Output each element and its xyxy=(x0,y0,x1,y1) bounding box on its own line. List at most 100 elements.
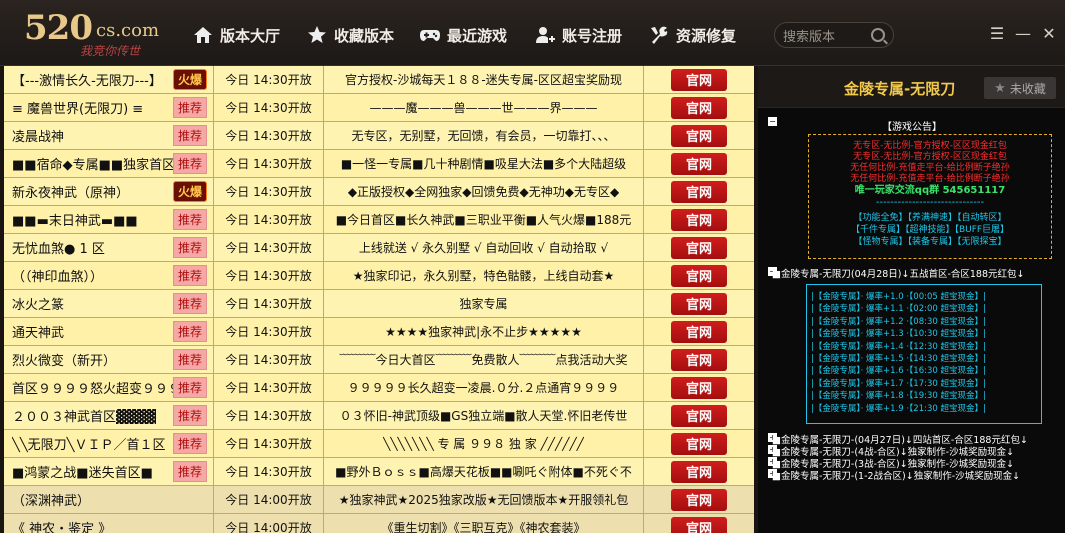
server-name-cell[interactable]: ■■宿命◆专属■■独家首区 推荐 xyxy=(4,150,214,177)
server-name: 无忧血煞● 1 区 xyxy=(12,242,105,257)
collapse-icon[interactable]: − xyxy=(768,117,777,126)
server-name: 【---激情长久-无限刀---】 xyxy=(12,74,162,89)
official-site-button[interactable]: 官网 xyxy=(671,152,727,175)
recommend-badge: 推荐 xyxy=(172,209,207,230)
server-name-cell[interactable]: ≡ 魔兽世界(无限刀) ≡ 推荐 xyxy=(4,94,214,121)
table-row[interactable]: ■■▬末日神武▬■■ 推荐 今日 14:30开放 ■今日首区■长久神武■三职业平衡■人… xyxy=(4,206,754,234)
favorite-button[interactable]: ★ 未收藏 xyxy=(984,77,1056,99)
official-site-cell: 官网 xyxy=(644,374,754,401)
table-row[interactable]: （深渊神武） 今日 14:00开放 ★独家神武★2025独家改版★无回馈版本★开服领… xyxy=(4,486,754,514)
table-row[interactable]: ２００３神武首区▓▓▓▓ 推荐 今日 14:30开放 ０３怀旧-神武顶级■GS独立端■… xyxy=(4,402,754,430)
server-name-cell[interactable]: （（神印血煞）） 推荐 xyxy=(4,262,214,289)
recommend-badge: 推荐 xyxy=(172,349,207,370)
server-name-cell[interactable]: 冰火之篆 推荐 xyxy=(4,290,214,317)
official-site-button[interactable]: 官网 xyxy=(671,208,727,231)
table-row[interactable]: 首区９９９９怒火超变９９９ 推荐 今日 14:30开放 ９９９９９长久超变一凌晨.０分… xyxy=(4,374,754,402)
official-site-button[interactable]: 官网 xyxy=(671,404,727,427)
table-row[interactable]: 新永夜神武（原神） 火爆 今日 14:30开放 ◆正版授权◆全网独家◆回馈免费◆无神功… xyxy=(4,178,754,206)
official-site-cell: 官网 xyxy=(644,486,754,513)
server-name: 首区９９９９怒火超变９９９ xyxy=(12,382,173,397)
server-name-cell[interactable]: 无忧血煞● 1 区 推荐 xyxy=(4,234,214,261)
server-name: 新永夜神武（原神） xyxy=(12,186,130,201)
official-site-button[interactable]: 官网 xyxy=(671,292,727,315)
official-site-button[interactable]: 官网 xyxy=(671,488,727,511)
search-box[interactable]: 搜索版本 xyxy=(774,22,894,48)
table-row[interactable]: （（神印血煞）） 推荐 今日 14:30开放 ★独家印记，永久别墅，特色骷髅，上线自动… xyxy=(4,262,754,290)
table-row[interactable]: 冰火之篆 推荐 今日 14:30开放 独家专属 官网 xyxy=(4,290,754,318)
official-site-button[interactable]: 官网 xyxy=(671,264,727,287)
table-row[interactable]: 凌晨战神 推荐 今日 14:30开放 无专区，无别墅，无回馈，有会员，一切靠打、、、 官… xyxy=(4,122,754,150)
official-site-button[interactable]: 官网 xyxy=(671,124,727,147)
logo[interactable]: 520 cs.com 我竞你传世 xyxy=(24,8,174,62)
menu-icon[interactable]: ☰ xyxy=(988,24,1006,43)
server-name-cell[interactable]: （深渊神武） xyxy=(4,486,214,513)
official-site-button[interactable]: 官网 xyxy=(671,180,727,203)
official-site-button[interactable]: 官网 xyxy=(671,516,727,533)
server-name-cell[interactable]: 烈火微变（新开） 推荐 xyxy=(4,346,214,373)
table-row[interactable]: ■鸿蒙之战■迷失首区■ 推荐 今日 14:30开放 ■野外Ｂｏｓｓ■高爆天花板■■唰吒… xyxy=(4,458,754,486)
server-name-cell[interactable]: 通天神武 推荐 xyxy=(4,318,214,345)
server-description: ╲╲╲╲╲╲╲ 专 属 ９９８ 独 家 ╱╱╱╱╱╱ xyxy=(324,430,644,457)
recommend-badge: 推荐 xyxy=(172,153,207,174)
description-text: ———魔———兽———世———界——— xyxy=(369,101,598,115)
table-row[interactable]: 【---激情长久-无限刀---】 火爆 今日 14:30开放 官方授权-沙城每天１８８… xyxy=(4,66,754,94)
recommend-badge: 推荐 xyxy=(172,265,207,286)
server-name-cell[interactable]: 《 神农・鉴定 》 xyxy=(4,514,214,533)
official-site-button[interactable]: 官网 xyxy=(671,96,727,119)
table-row[interactable]: ■■宿命◆专属■■独家首区 推荐 今日 14:30开放 ■一怪一专属■几十种剧情■吸星… xyxy=(4,150,754,178)
server-entry-main[interactable]: ■金陵专属-无限刀(04月28日)↓五战首区-合区188元红包↓ xyxy=(772,266,1024,280)
nav-version-hall[interactable]: 版本大厅 xyxy=(192,22,280,48)
server-name-cell[interactable]: 【---激情长久-无限刀---】 火爆 xyxy=(4,66,214,93)
server-description: 独家专属 xyxy=(324,290,644,317)
open-time: 今日 14:30开放 xyxy=(214,290,324,317)
table-row[interactable]: ≡ 魔兽世界(无限刀) ≡ 推荐 今日 14:30开放 ———魔———兽———世———… xyxy=(4,94,754,122)
nav-label: 收藏版本 xyxy=(334,26,395,45)
server-description: 无专区，无别墅，无回馈，有会员，一切靠打、、、 xyxy=(324,122,644,149)
server-name-cell[interactable]: ２００３神武首区▓▓▓▓ 推荐 xyxy=(4,402,214,429)
minimize-icon[interactable]: — xyxy=(1014,24,1032,43)
official-site-button[interactable]: 官网 xyxy=(671,320,727,343)
table-row[interactable]: 无忧血煞● 1 区 推荐 今日 14:30开放 上线就送 √ 永久别墅 √ 自动回收 … xyxy=(4,234,754,262)
user-add-icon xyxy=(534,24,556,46)
official-site-button[interactable]: 官网 xyxy=(671,236,727,259)
server-description: ★独家神武★2025独家改版★无回馈版本★开服领礼包 xyxy=(324,486,644,513)
description-text: ★独家印记，永久别墅，特色骷髅，上线自动套★ xyxy=(352,269,615,283)
search-input[interactable]: 搜索版本 xyxy=(783,26,871,45)
open-time: 今日 14:30开放 xyxy=(214,262,324,289)
official-site-button[interactable]: 官网 xyxy=(671,68,727,91)
notice-line: 无专区-无比例-官方授权-区区现金红包 xyxy=(853,152,1007,162)
description-text: ﹋﹋﹋今日大首区﹋﹋﹋免费散人﹋﹋﹋点我活动大奖 xyxy=(339,353,628,367)
server-name-cell[interactable]: 新永夜神武（原神） 火爆 xyxy=(4,178,214,205)
server-name-cell[interactable]: ■■▬末日神武▬■■ 推荐 xyxy=(4,206,214,233)
server-name-cell[interactable]: 凌晨战神 推荐 xyxy=(4,122,214,149)
official-site-button[interactable]: 官网 xyxy=(671,432,727,455)
nav-favorites[interactable]: 收藏版本 xyxy=(306,22,394,48)
feature-line: 【功能全免】【养满神速】【自动转区】 xyxy=(853,213,1007,223)
official-site-button[interactable]: 官网 xyxy=(671,376,727,399)
server-name-cell[interactable]: ■鸿蒙之战■迷失首区■ 推荐 xyxy=(4,458,214,485)
server-description: ０３怀旧-神武顶级■GS独立端■散人天堂.怀旧老传世 xyxy=(324,402,644,429)
official-site-cell: 官网 xyxy=(644,346,754,373)
nav-register[interactable]: 账号注册 xyxy=(534,22,622,48)
schedule-line: |【金陵专属】· 爆率+1.5 ·【14:30 超宝现金】| xyxy=(811,354,986,365)
server-name: ╲╲无限刀╲ＶＩＰ／首１区 xyxy=(12,438,166,453)
panel-title: 金陵专属-无限刀 xyxy=(844,80,956,98)
table-row[interactable]: ╲╲无限刀╲ＶＩＰ／首１区 推荐 今日 14:30开放 ╲╲╲╲╲╲╲ 专 属 ９９８… xyxy=(4,430,754,458)
nav-repair[interactable]: 资源修复 xyxy=(648,22,736,48)
nav-recent-games[interactable]: 最近游戏 xyxy=(419,22,507,48)
server-description: ◆正版授权◆全网独家◆回馈免费◆无神功◆无专区◆ xyxy=(324,178,644,205)
official-site-cell: 官网 xyxy=(644,262,754,289)
close-icon[interactable]: ✕ xyxy=(1040,24,1058,43)
table-row[interactable]: 通天神武 推荐 今日 14:30开放 ★★★★独家神武|永不止步★★★★★ 官网 xyxy=(4,318,754,346)
server-entry[interactable]: ■金陵专属-无限刀-(1-2战合区)↓独家制作-沙城奖励现金↓ xyxy=(772,468,1020,482)
table-row[interactable]: 烈火微变（新开） 推荐 今日 14:30开放 ﹋﹋﹋今日大首区﹋﹋﹋免费散人﹋﹋﹋点我… xyxy=(4,346,754,374)
official-site-button[interactable]: 官网 xyxy=(671,460,727,483)
server-list: 【---激情长久-无限刀---】 火爆 今日 14:30开放 官方授权-沙城每天１８８… xyxy=(4,66,754,533)
official-site-button[interactable]: 官网 xyxy=(671,348,727,371)
schedule-line: |【金陵专属】· 爆率+1.4 ·【12:30 超宝现金】| xyxy=(811,341,986,352)
server-name-cell[interactable]: 首区９９９９怒火超变９９９ 推荐 xyxy=(4,374,214,401)
open-time: 今日 14:30开放 xyxy=(214,374,324,401)
search-icon[interactable] xyxy=(871,28,885,42)
server-name-cell[interactable]: ╲╲无限刀╲ＶＩＰ／首１区 推荐 xyxy=(4,430,214,457)
table-row[interactable]: 《 神农・鉴定 》 今日 14:00开放 《重生切割》《三职互克》《神农套装》 官网 xyxy=(4,514,754,533)
